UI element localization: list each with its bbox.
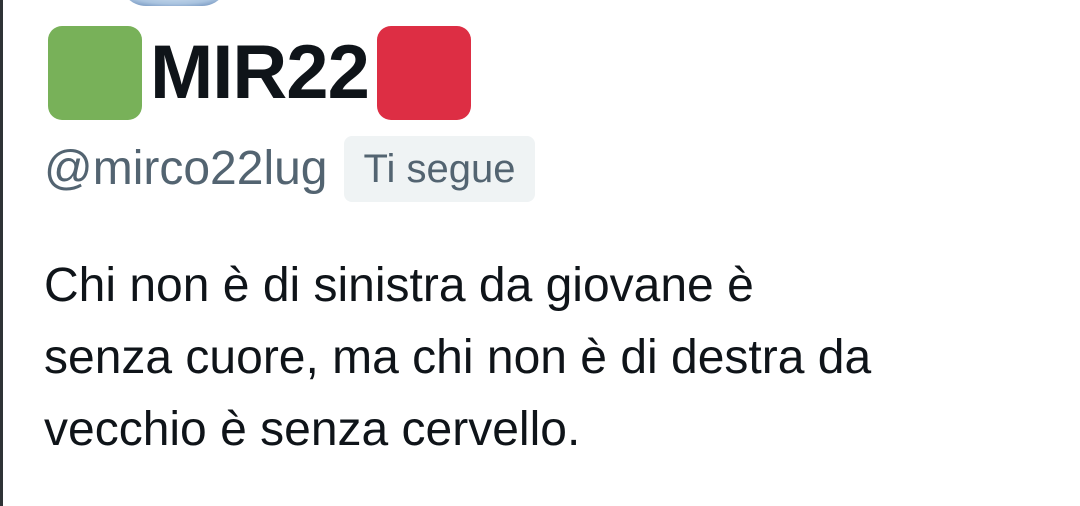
follows-you-badge: Ti segue xyxy=(343,136,536,202)
green-square-icon xyxy=(48,26,142,120)
red-square-icon xyxy=(376,26,471,120)
tweet-text: Chi non è di sinistra da giovane è senza… xyxy=(44,259,872,456)
display-name-row[interactable]: MIR22 xyxy=(48,26,471,120)
avatar[interactable] xyxy=(120,0,228,6)
user-handle[interactable]: @mirco22lug xyxy=(44,136,328,202)
display-name[interactable]: MIR22 xyxy=(150,26,370,120)
handle-row: @mirco22lug Ti segue xyxy=(44,136,536,202)
left-border xyxy=(0,0,3,506)
